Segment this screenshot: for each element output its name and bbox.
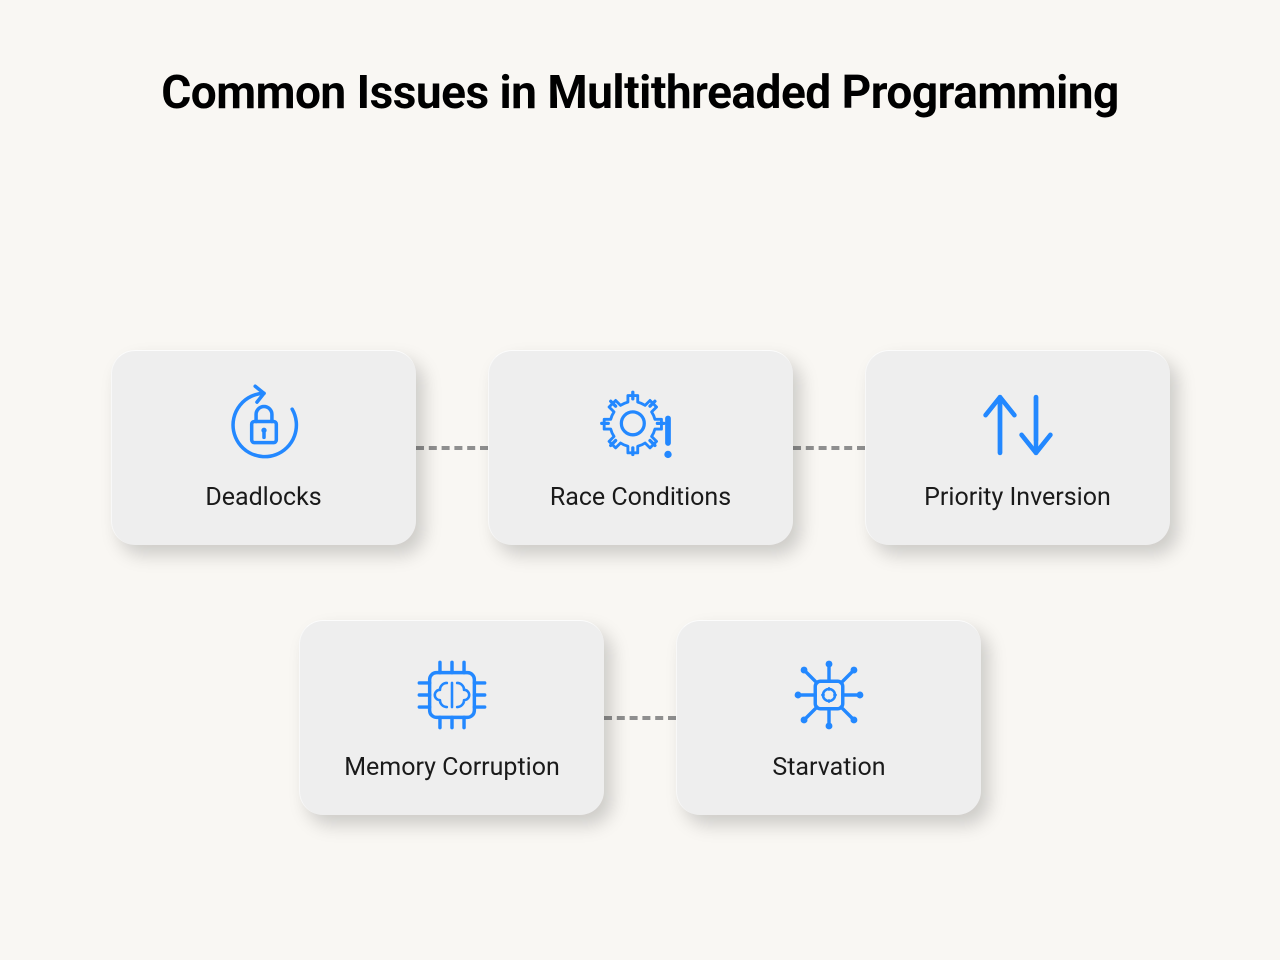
card-label: Starvation [772, 753, 885, 782]
card-label: Priority Inversion [924, 483, 1111, 512]
gear-alert-icon [596, 385, 686, 465]
card-priority-inversion: Priority Inversion [865, 350, 1170, 545]
lock-cycle-icon [219, 385, 309, 465]
diagram-container: Deadlocks Race Conditions [0, 350, 1280, 815]
connector-line [604, 716, 676, 720]
card-label: Race Conditions [550, 483, 731, 512]
card-label: Deadlocks [205, 483, 321, 512]
card-memory-corruption: Memory Corruption [299, 620, 604, 815]
card-deadlocks: Deadlocks [111, 350, 416, 545]
up-down-arrows-icon [973, 385, 1063, 465]
card-starvation: Starvation [676, 620, 981, 815]
diagram-row-1: Deadlocks Race Conditions [0, 350, 1280, 545]
connector-line [793, 446, 865, 450]
card-race-conditions: Race Conditions [488, 350, 793, 545]
diagram-row-2: Memory Corruption [0, 620, 1280, 815]
page-title: Common Issues in Multithreaded Programmi… [0, 0, 1280, 124]
cpu-brain-icon [407, 655, 497, 735]
card-label: Memory Corruption [344, 753, 560, 782]
network-chip-icon [784, 655, 874, 735]
connector-line [416, 446, 488, 450]
